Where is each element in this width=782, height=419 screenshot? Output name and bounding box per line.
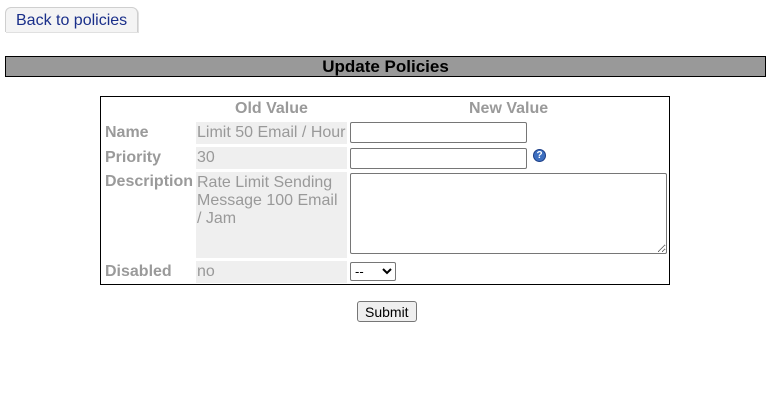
description-old-value: Rate Limit Sending Message 100 Email / J… xyxy=(196,172,347,258)
disabled-old-value: no xyxy=(196,261,347,283)
submit-button[interactable]: Submit xyxy=(357,301,417,322)
disabled-select[interactable]: -- xyxy=(350,262,396,281)
description-label: Description xyxy=(105,173,194,190)
name-label: Name xyxy=(105,124,149,141)
description-textarea[interactable] xyxy=(350,173,667,254)
new-value-header: New Value xyxy=(469,100,549,117)
back-tab: Back to policies xyxy=(5,7,138,32)
priority-input[interactable] xyxy=(350,148,527,169)
old-value-header: Old Value xyxy=(235,100,308,117)
priority-label: Priority xyxy=(105,149,162,166)
update-policy-form: Old Value New Value Name Limit 50 Email … xyxy=(100,96,670,285)
back-to-policies-link[interactable]: Back to policies xyxy=(6,8,137,30)
help-question-icon[interactable]: ? xyxy=(533,149,546,162)
name-old-value: Limit 50 Email / Hour xyxy=(196,122,347,144)
name-input[interactable] xyxy=(350,122,527,143)
disabled-label: Disabled xyxy=(105,263,172,280)
page-title: Update Policies xyxy=(5,56,766,77)
priority-old-value: 30 xyxy=(196,147,347,169)
